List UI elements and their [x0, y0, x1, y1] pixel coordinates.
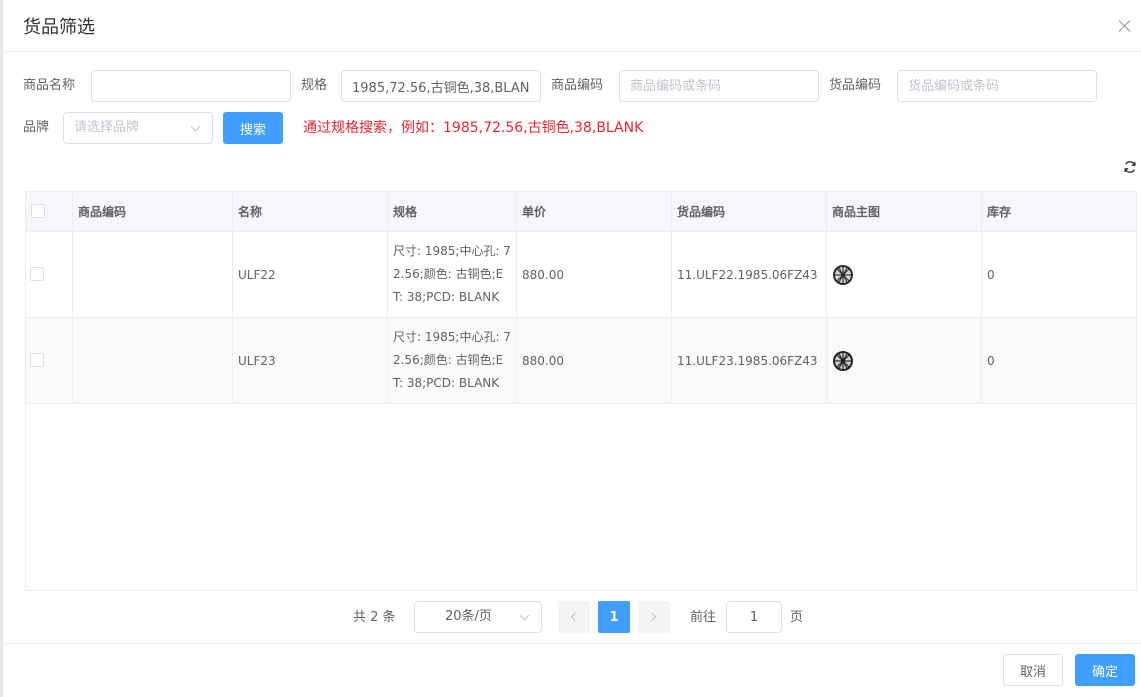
cell-stock: 0	[987, 353, 995, 368]
page-size-select[interactable]: 20条/页	[414, 601, 542, 633]
product-code-input[interactable]	[619, 70, 819, 102]
footer-divider	[3, 643, 1141, 644]
pagination-total: 共 2 条	[353, 610, 396, 625]
dialog-header: 货品筛选	[3, 0, 1141, 52]
header-select-cell	[26, 192, 73, 231]
chevron-down-icon	[190, 121, 201, 132]
goods-table: 商品编码 名称 规格 单价 货品编码 商品主图 库存 ULF22 尺寸: 198…	[25, 191, 1137, 591]
row-select-cell	[26, 232, 73, 317]
product-name-input[interactable]	[91, 70, 291, 102]
prev-page-button[interactable]	[558, 601, 590, 633]
cell-price: 880.00	[517, 318, 672, 403]
table-row[interactable]: ULF22 尺寸: 1985;中心孔: 72.56;颜色: 古铜色;ET: 38…	[26, 232, 1136, 318]
spec-label: 规格	[301, 78, 328, 93]
product-name-label: 商品名称	[23, 78, 76, 93]
header-name: 名称	[233, 192, 388, 231]
header-price: 单价	[517, 192, 672, 231]
product-code-label: 商品编码	[551, 78, 604, 93]
goods-code-input[interactable]	[897, 70, 1097, 102]
page-size-value: 20条/页	[445, 609, 492, 624]
chevron-down-icon	[519, 610, 530, 621]
close-icon[interactable]	[1117, 18, 1133, 34]
cell-goods-code: 11.ULF23.1985.06FZ43	[672, 318, 827, 403]
goods-code-label: 货品编码	[829, 78, 882, 93]
refresh-icon[interactable]	[1123, 160, 1137, 174]
cell-price: 880.00	[517, 232, 672, 317]
chevron-right-icon	[647, 612, 657, 622]
cell-image	[827, 232, 982, 317]
brand-label: 品牌	[23, 120, 50, 135]
header-product-code: 商品编码	[73, 192, 233, 231]
cell-name: ULF22	[233, 232, 388, 317]
goods-filter-dialog: 货品筛选 商品名称 规格 商品编码 货品编码 品牌 请选择品牌 搜索 通过规格搜…	[0, 0, 1141, 697]
cell-spec: 尺寸: 1985;中心孔: 72.56;颜色: 古铜色;ET: 38;PCD: …	[388, 318, 517, 403]
cell-stock: 0	[987, 267, 995, 282]
confirm-button[interactable]: 确定	[1075, 654, 1135, 686]
row-select-cell	[26, 318, 73, 403]
goto-page-input[interactable]	[726, 601, 782, 633]
brand-select[interactable]: 请选择品牌	[63, 112, 213, 144]
cell-goods-code: 11.ULF22.1985.06FZ43	[672, 232, 827, 317]
row-checkbox[interactable]	[30, 267, 44, 281]
header-spec: 规格	[388, 192, 517, 231]
next-page-button[interactable]	[638, 601, 670, 633]
page-unit-label: 页	[790, 610, 804, 625]
cell-product-code	[73, 232, 233, 317]
header-stock: 库存	[987, 205, 1012, 219]
cell-name: ULF23	[233, 318, 388, 403]
header-image: 商品主图	[827, 192, 982, 231]
search-button[interactable]: 搜索	[223, 112, 283, 144]
spec-search-hint: 通过规格搜索，例如：1985,72.56,古铜色,38,BLANK	[303, 120, 644, 136]
page-number-button[interactable]: 1	[598, 601, 630, 633]
cancel-button[interactable]: 取消	[1003, 654, 1063, 686]
wheel-icon[interactable]	[832, 264, 854, 286]
spec-input[interactable]	[341, 70, 541, 102]
cell-image	[827, 318, 982, 403]
table-row[interactable]: ULF23 尺寸: 1985;中心孔: 72.56;颜色: 古铜色;ET: 38…	[26, 318, 1136, 404]
goto-label: 前往	[690, 610, 717, 625]
header-goods-code: 货品编码	[672, 192, 827, 231]
cell-spec: 尺寸: 1985;中心孔: 72.56;颜色: 古铜色;ET: 38;PCD: …	[388, 232, 517, 317]
dialog-title: 货品筛选	[23, 17, 95, 38]
brand-select-placeholder: 请选择品牌	[74, 120, 140, 135]
select-all-checkbox[interactable]	[31, 204, 45, 218]
wheel-icon[interactable]	[832, 350, 854, 372]
table-header: 商品编码 名称 规格 单价 货品编码 商品主图 库存	[26, 192, 1136, 232]
cell-product-code	[73, 318, 233, 403]
row-checkbox[interactable]	[30, 353, 44, 367]
chevron-left-icon	[570, 612, 580, 622]
